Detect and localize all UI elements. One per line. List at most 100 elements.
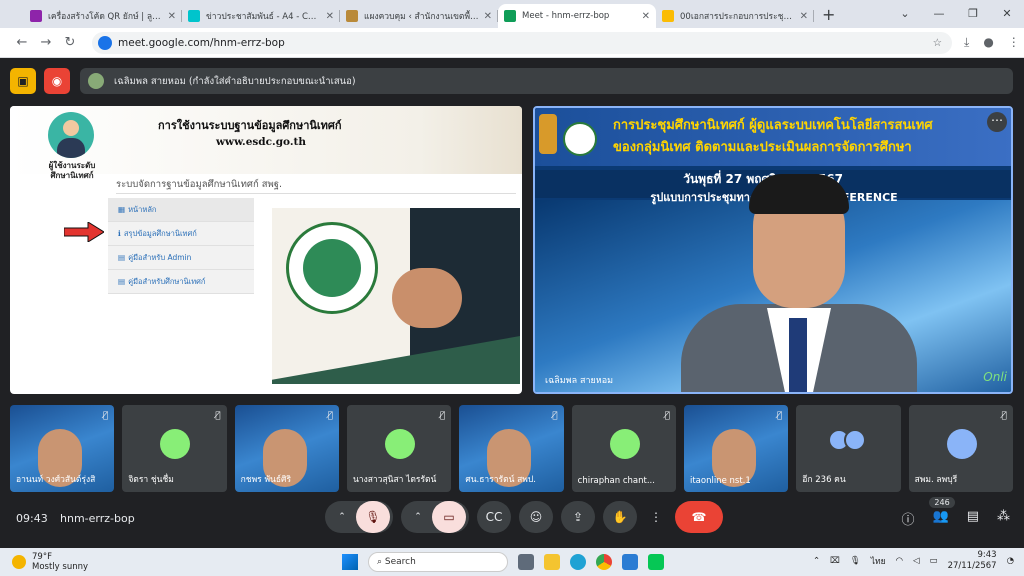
task-view-icon[interactable] (518, 554, 534, 570)
menu-item-summary[interactable]: ℹ สรุปข้อมูลศึกษานิเทศก์ (108, 222, 254, 246)
line-icon[interactable] (648, 554, 664, 570)
close-tab-icon[interactable]: ✕ (168, 11, 176, 22)
browser-tab[interactable]: เครื่องสร้างโค้ด QR ยักษ์ | ลูกศิ QR ✕ (24, 4, 182, 28)
camera-tray-icon[interactable]: ⌧ (830, 556, 840, 566)
organization-logo-icon (286, 222, 378, 314)
tray-expand-icon[interactable]: ⌃ (813, 556, 820, 566)
url-field[interactable]: meet.google.com/hnm-errz-bop ☆ (92, 31, 952, 54)
weather-widget[interactable]: 79°F Mostly sunny (12, 552, 88, 572)
participant-tile[interactable]: 🎙̸ ศน.ธารารัตน์ สพป. (459, 405, 564, 492)
people-icon[interactable]: 👥 246 (929, 497, 955, 528)
chevron-down-icon[interactable]: ⌄ (888, 0, 922, 28)
bookmark-star-icon[interactable]: ☆ (933, 37, 942, 49)
banner-line-1: การประชุมศึกษานิเทศก์ ผู้ดูแลระบบเทคโนโล… (613, 118, 933, 133)
mic-control[interactable]: ⌃ 🎙 (325, 501, 393, 533)
meeting-clock: 09:43 (16, 512, 48, 525)
captions-icon[interactable]: CC (477, 501, 511, 533)
weather-text: Mostly sunny (32, 562, 89, 572)
menu-item-supervisor-guide[interactable]: ▤ คู่มือสำหรับศึกษานิเทศก์ (108, 270, 254, 294)
wifi-icon[interactable]: ◠ (896, 556, 903, 566)
more-options-icon[interactable]: ⋯ (987, 112, 1007, 132)
more-icon[interactable]: ⋮ (645, 501, 667, 533)
info-icon[interactable]: ⓘ (902, 509, 915, 528)
browser-tab[interactable]: แผงควบคุม ‹ สำนักงานเขตพื้นที่การ ✕ (340, 4, 498, 28)
tray-clock[interactable]: 9:43 27/11/2567 (948, 550, 997, 572)
avatar (609, 429, 640, 459)
notification-icon[interactable]: ◔ (1007, 556, 1014, 566)
download-icon[interactable]: ⤓ (964, 35, 969, 50)
favicon-icon (346, 10, 358, 22)
camera-control[interactable]: ⌃ ▭ (401, 501, 469, 533)
language-indicator[interactable]: ไทย (871, 554, 886, 568)
close-icon[interactable]: ✕ (990, 0, 1024, 28)
participant-tile[interactable]: 🎙̸ จิตรา ชุ่นชื่ม (122, 405, 227, 492)
participant-tile[interactable]: 🎙̸ อานนท์ วงศ์วสันต์รุ่งสิ (10, 405, 115, 492)
close-tab-icon[interactable]: ✕ (642, 11, 650, 22)
battery-icon[interactable]: ▭ (930, 556, 938, 566)
activities-icon[interactable]: ⁂ (997, 509, 1010, 528)
tab-title: Meet - hnm-errz-bop (522, 11, 610, 21)
chrome-icon[interactable] (596, 554, 612, 570)
system-title: ระบบจัดการฐานข้อมูลศึกษานิเทศก์ สพฐ. (116, 179, 517, 194)
browser-tab[interactable]: 00เอกสารประกอบการประชุม - Goo ✕ (656, 4, 814, 28)
profile-icon[interactable]: ● (983, 35, 993, 50)
participant-tile[interactable]: 🎙̸ นางสาวสุนิสา ไตรรัตน์ (346, 405, 452, 492)
leave-call-button[interactable]: ☎ (675, 501, 723, 533)
tab-title: แผงควบคุม ‹ สำนักงานเขตพื้นที่การ (364, 12, 480, 22)
site-info-icon[interactable] (98, 35, 112, 50)
close-tab-icon[interactable]: ✕ (800, 11, 808, 22)
participant-name: อานนท์ วงศ์วสันต์รุ่งสิ (16, 475, 96, 485)
participant-tile[interactable]: อีก 236 คน (796, 405, 901, 492)
meeting-controls: 09:43 hnm-errz-bop ⌃ 🎙 ⌃ ▭ CC ☺ ⇪ ✋ ⋮ ☎ ⓘ … (0, 497, 1024, 540)
browser-tab[interactable]: Meet - hnm-errz-bop ✕ (498, 4, 656, 28)
close-tab-icon[interactable]: ✕ (326, 11, 334, 22)
notepad-icon[interactable] (622, 554, 638, 570)
mic-muted-icon: 🎙̸ (664, 411, 670, 421)
user-avatar-illustration (48, 112, 94, 158)
forward-icon[interactable]: → (34, 35, 58, 50)
new-tab-button[interactable]: + (822, 5, 835, 24)
tab-title: เครื่องสร้างโค้ด QR ยักษ์ | ลูกศิ QR (48, 12, 164, 22)
reload-icon[interactable]: ↻ (58, 35, 82, 50)
meet-stage: ▣ ◉ เฉลิมพล สายหอม (กำลังใส่คำอธิบายประก… (0, 58, 1024, 548)
back-icon[interactable]: ← (10, 35, 34, 50)
menu-item-home[interactable]: ▦ หน้าหลัก (108, 198, 254, 222)
raise-hand-icon[interactable]: ✋ (603, 501, 637, 533)
mic-tray-icon[interactable]: 🎙 (850, 556, 861, 566)
role-label: ผู้ใช้งานระดับศึกษานิเทศก์ (48, 161, 96, 180)
edge-icon[interactable] (570, 554, 586, 570)
speaker-video: การประชุมศึกษานิเทศก์ ผู้ดูแลระบบเทคโนโล… (533, 106, 1013, 394)
participant-tile[interactable]: 🎙̸ chiraphan chant... (571, 405, 676, 492)
restore-icon[interactable]: ❐ (956, 0, 990, 28)
favicon-icon (504, 10, 516, 22)
chevron-up-icon: ⌃ (338, 512, 346, 522)
stop-presenting-icon[interactable]: ▣ (10, 68, 36, 94)
meeting-code: hnm-errz-bop (60, 512, 135, 525)
minimize-icon[interactable]: — (922, 0, 956, 28)
avatar (160, 429, 191, 459)
watermark-text: Onli (983, 370, 1007, 384)
chat-icon[interactable]: ▤ (967, 509, 979, 528)
mic-muted-icon: 🎙̸ (327, 411, 333, 421)
browser-tab[interactable]: ข่าวประชาสัมพันธ์ - A4 - Canva ✕ (182, 4, 340, 28)
shared-screen: ผู้ใช้งานระดับศึกษานิเทศก์ การใช้งานระบบ… (10, 106, 522, 394)
presenter-banner: เฉลิมพล สายหอม (กำลังใส่คำอธิบายประกอบขณ… (80, 68, 1013, 94)
participant-strip: 🎙̸ อานนท์ วงศ์วสันต์รุ่งสิ 🎙̸ จิตรา ชุ่นชื่… (10, 405, 1013, 492)
windows-taskbar: 79°F Mostly sunny ⌕ Search ⌃ ⌧ 🎙 ไทย ◠ ◁ … (0, 548, 1024, 576)
speaker-icon[interactable]: ◁ (913, 556, 920, 566)
presenter-label: เฉลิมพล สายหอม (กำลังใส่คำอธิบายประกอบขณ… (114, 75, 356, 87)
menu-kebab-icon[interactable]: ⋮ (1008, 35, 1020, 50)
participant-tile[interactable]: 🎙̸ กชพร พันธ์ศิริ (234, 405, 339, 492)
close-tab-icon[interactable]: ✕ (484, 11, 492, 22)
taskbar-search[interactable]: ⌕ Search (368, 552, 508, 572)
present-icon[interactable]: ⇪ (561, 501, 595, 533)
emoji-icon[interactable]: ☺ (519, 501, 553, 533)
record-icon[interactable]: ◉ (44, 68, 70, 94)
participant-tile[interactable]: 🎙̸ itaonline nst.1 (683, 405, 789, 492)
participant-name: สพม. ลพบุรี (914, 475, 958, 485)
file-explorer-icon[interactable] (544, 554, 560, 570)
menu-item-admin-guide[interactable]: ▤ คู่มือสำหรับ Admin (108, 246, 254, 270)
start-icon[interactable] (342, 554, 358, 570)
favicon-icon (30, 10, 42, 22)
participant-tile[interactable]: 🎙̸ สพม. ลพบุรี (908, 405, 1013, 492)
